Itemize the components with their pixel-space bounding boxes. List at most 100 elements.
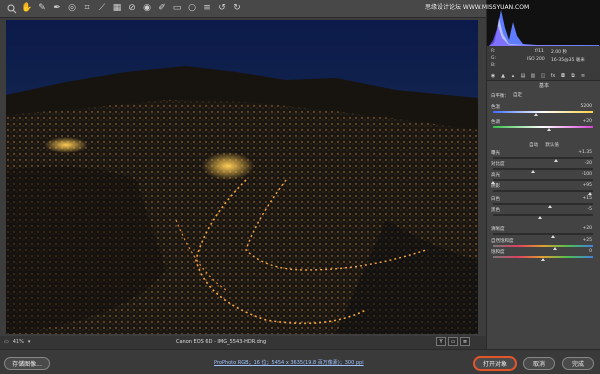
- settings-view-button[interactable]: ≡: [460, 337, 470, 346]
- slider-thumb[interactable]: [548, 205, 552, 208]
- slider-value[interactable]: -100: [582, 172, 592, 177]
- hsl-tab-icon[interactable]: ▤: [519, 73, 527, 80]
- slider-thumb[interactable]: [541, 258, 545, 261]
- rotate-right-icon[interactable]: ↻: [231, 3, 243, 15]
- slider-value[interactable]: +20: [583, 226, 593, 231]
- slider-thumb[interactable]: [547, 128, 551, 131]
- slider-label: 饱和度: [491, 250, 505, 255]
- crop-tool-icon[interactable]: ⌗: [81, 3, 93, 15]
- g-label: G:: [491, 56, 497, 61]
- zoom-dropdown-icon[interactable]: ▾: [28, 339, 31, 345]
- radial-filter-icon[interactable]: ○: [186, 3, 198, 15]
- iso: ISO 200: [527, 57, 545, 62]
- slider-value[interactable]: +15: [583, 196, 593, 201]
- slider-track[interactable]: [493, 214, 593, 216]
- b-label: B:: [491, 63, 496, 68]
- slider-value[interactable]: +1.35: [578, 150, 592, 155]
- tone-curve-tab-icon[interactable]: ▲: [499, 73, 507, 80]
- slider-track[interactable]: [493, 126, 593, 128]
- slider-track[interactable]: [493, 179, 593, 181]
- slider-value[interactable]: -20: [585, 161, 592, 166]
- slider-label: 白色: [491, 197, 500, 202]
- split-toning-tab-icon[interactable]: ▥: [529, 73, 537, 80]
- presets-tab-icon[interactable]: ⧉: [569, 73, 577, 80]
- adjustment-panel: 思缘设计论坛 WWW.MISSYUAN.COM R: G: B: f/11 2.…: [425, 0, 600, 349]
- slider-value[interactable]: 0: [589, 249, 592, 254]
- slider-thumb[interactable]: [531, 170, 535, 173]
- slider-track[interactable]: [493, 157, 593, 159]
- detail-tab-icon[interactable]: ▴: [509, 73, 517, 80]
- slider-label: 黑色: [491, 208, 500, 213]
- zoom-level[interactable]: 41%: [13, 339, 24, 345]
- swap-view-button[interactable]: ▭: [448, 337, 458, 346]
- hand-tool-icon[interactable]: ✋: [21, 3, 33, 15]
- zoom-tool-icon[interactable]: [6, 3, 18, 15]
- camera-calibration-tab-icon[interactable]: ◘: [559, 73, 567, 80]
- slider-label: 自然饱和度: [491, 239, 514, 244]
- targeted-adjustment-icon[interactable]: ◎: [66, 3, 78, 15]
- color-sampler-tool-icon[interactable]: ✒: [51, 3, 63, 15]
- panel-tabs: ◉ ▲ ▴ ▤ ▥ ◫ fx ◘ ⧉ ≡: [487, 72, 600, 81]
- camera-raw-window: ✋ ✎ ✒ ◎ ⌗ ⟋ ▦ ⊘ ◉ ✐ ▭ ○ ≡ ↺ ↻ ▭ 41% ▾ Ca…: [0, 0, 600, 374]
- transform-tool-icon[interactable]: ▦: [111, 3, 123, 15]
- zoom-control[interactable]: ▭ 41% ▾: [4, 339, 30, 345]
- slider-track[interactable]: [493, 190, 593, 192]
- slider-label: 清晰度: [491, 227, 505, 232]
- open-object-button[interactable]: 打开对象: [474, 357, 516, 370]
- slider-thumb[interactable]: [554, 159, 558, 162]
- rotate-left-icon[interactable]: ↺: [216, 3, 228, 15]
- slider-value[interactable]: +95: [583, 183, 593, 188]
- exif-info: R: G: B: f/11 2.00 秒 ISO 200 16-35@35 毫米: [487, 46, 600, 72]
- status-bar: ▭ 41% ▾ Canon EOS 6D - IMG_5543-HDR.dng …: [0, 336, 486, 349]
- file-name: Canon EOS 6D - IMG_5543-HDR.dng: [176, 339, 267, 345]
- slider-value[interactable]: +25: [583, 238, 593, 243]
- slider-label: 对比度: [491, 162, 505, 167]
- r-label: R:: [491, 49, 496, 54]
- slider-track[interactable]: [493, 233, 593, 235]
- slider-thumb[interactable]: [588, 192, 592, 195]
- watermark: 思缘设计论坛 WWW.MISSYUAN.COM: [425, 4, 530, 11]
- shutter: 2.00 秒: [551, 50, 567, 55]
- slider-track[interactable]: [493, 245, 593, 247]
- workflow-options-link[interactable]: ProPhoto RGB；16 位；5454 x 3635(19.8 百万像素)…: [214, 359, 364, 366]
- slider-value[interactable]: 5200: [581, 104, 592, 109]
- cancel-button[interactable]: 取消: [523, 357, 555, 370]
- lens: 16-35@35 毫米: [551, 58, 585, 63]
- histogram: 思缘设计论坛 WWW.MISSYUAN.COM: [425, 0, 600, 46]
- slider-track[interactable]: [493, 203, 593, 205]
- save-image-button[interactable]: 存储图像...: [4, 357, 50, 370]
- slider-thumb[interactable]: [538, 216, 542, 219]
- effects-tab-icon[interactable]: fx: [549, 73, 557, 80]
- view-toggles: Y ▭ ≡: [436, 337, 470, 346]
- preferences-icon[interactable]: ≡: [201, 3, 213, 15]
- slider-thumb[interactable]: [551, 235, 555, 238]
- snapshots-tab-icon[interactable]: ≡: [579, 73, 587, 80]
- lens-tab-icon[interactable]: ◫: [539, 73, 547, 80]
- basic-tab-icon[interactable]: ◉: [489, 73, 497, 80]
- white-balance-tool-icon[interactable]: ✎: [36, 3, 48, 15]
- slider-thumb[interactable]: [534, 113, 538, 116]
- slider-track[interactable]: [493, 168, 593, 170]
- slider-label: 色温: [491, 105, 500, 110]
- slider-label: 阴影: [491, 184, 500, 189]
- slider-track[interactable]: [493, 111, 593, 113]
- slider-value[interactable]: +20: [583, 119, 593, 124]
- slider-value[interactable]: -5: [588, 207, 593, 212]
- default-link[interactable]: 默认值: [545, 143, 559, 148]
- white-balance-select[interactable]: 自定: [513, 92, 522, 98]
- slider-thumb[interactable]: [553, 247, 557, 250]
- before-after-toggle[interactable]: Y: [436, 337, 446, 346]
- red-eye-icon[interactable]: ◉: [141, 3, 153, 15]
- aperture: f/11: [535, 49, 544, 54]
- done-button[interactable]: 完成: [562, 357, 594, 370]
- image-preview[interactable]: [6, 20, 478, 334]
- graduated-filter-icon[interactable]: ▭: [171, 3, 183, 15]
- straighten-tool-icon[interactable]: ⟋: [96, 3, 108, 15]
- auto-link[interactable]: 自动: [529, 143, 538, 148]
- white-balance-label: 白平衡：: [491, 94, 509, 99]
- slider-label: 高光: [491, 173, 500, 178]
- zoom-out-button[interactable]: ▭: [4, 339, 9, 345]
- night-town-photo: [6, 20, 478, 334]
- spot-removal-icon[interactable]: ⊘: [126, 3, 138, 15]
- adjustment-brush-icon[interactable]: ✐: [156, 3, 168, 15]
